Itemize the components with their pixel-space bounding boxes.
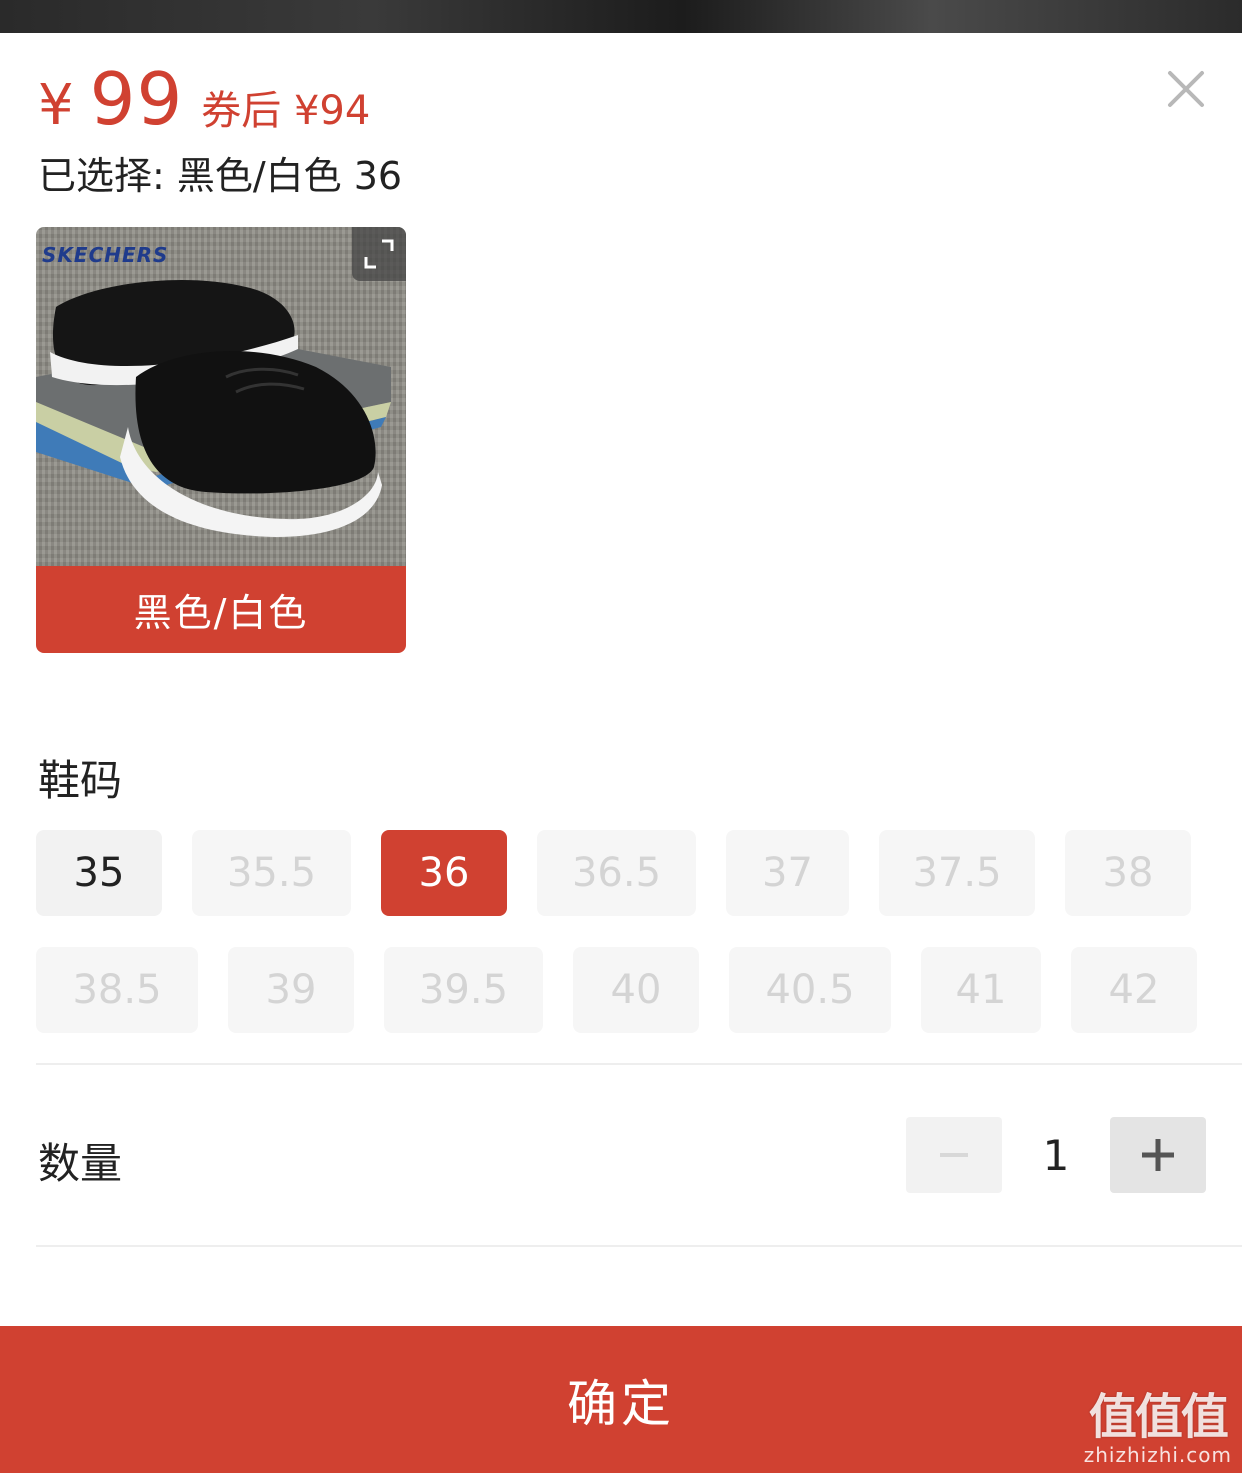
currency-symbol: ¥ <box>38 73 74 138</box>
size-label: 40 <box>610 967 662 1013</box>
size-option-42[interactable]: 42 <box>1071 947 1197 1033</box>
coupon-price: 券后 ¥94 <box>201 88 371 134</box>
selected-value: 黑色/白色 36 <box>176 154 403 198</box>
product-image-backdrop <box>0 0 1242 33</box>
size-option-39.5[interactable]: 39.5 <box>384 947 543 1033</box>
variant-thumbnail: SKECHERS <box>36 227 406 566</box>
size-label: 39.5 <box>418 967 509 1013</box>
size-label: 41 <box>955 967 1007 1013</box>
size-label: 37 <box>762 850 813 896</box>
plus-icon <box>1142 1139 1174 1171</box>
size-option-35[interactable]: 35 <box>36 830 162 916</box>
size-label: 42 <box>1108 967 1160 1013</box>
size-label: 38 <box>1102 850 1154 896</box>
size-option-36[interactable]: 36 <box>381 830 507 916</box>
size-label: 35 <box>73 850 125 896</box>
confirm-button[interactable]: 确定 <box>0 1326 1242 1473</box>
size-option-41[interactable]: 41 <box>921 947 1041 1033</box>
divider <box>36 1245 1242 1247</box>
size-label: 39 <box>265 967 317 1013</box>
close-icon <box>1168 71 1204 107</box>
minus-icon <box>940 1153 968 1157</box>
quantity-title: 数量 <box>38 1139 123 1188</box>
size-section-title: 鞋码 <box>38 756 123 805</box>
watermark-url: zhizhizhi.com <box>1083 1443 1232 1467</box>
size-option-39[interactable]: 39 <box>228 947 354 1033</box>
watermark: 值值值 zhizhizhi.com <box>1084 1391 1232 1467</box>
size-label: 37.5 <box>912 850 1002 896</box>
size-label: 35.5 <box>226 850 317 896</box>
size-option-38.5[interactable]: 38.5 <box>36 947 198 1033</box>
variant-option-black-white[interactable]: SKECHERS 黑色/白色 <box>36 227 406 653</box>
size-option-40[interactable]: 40 <box>573 947 699 1033</box>
sku-selector-sheet: ¥ 99 券后 ¥94 已选择: 黑色/白色 36 SKECHERS 黑色/白色… <box>0 33 1242 1473</box>
quantity-value[interactable]: 1 <box>1010 1117 1102 1193</box>
close-button[interactable] <box>1160 63 1212 115</box>
price-value: 99 <box>89 57 184 141</box>
variant-label: 黑色/白色 <box>36 566 406 653</box>
size-option-37.5[interactable]: 37.5 <box>879 830 1035 916</box>
shoe-image <box>36 279 391 537</box>
size-option-36.5[interactable]: 36.5 <box>537 830 696 916</box>
expand-icon <box>364 239 394 269</box>
size-option-37[interactable]: 37 <box>726 830 849 916</box>
selected-label: 已选择: <box>38 154 165 198</box>
size-option-35.5[interactable]: 35.5 <box>192 830 351 916</box>
price-row: ¥ 99 券后 ¥94 <box>38 57 371 141</box>
size-option-38[interactable]: 38 <box>1065 830 1191 916</box>
quantity-decrement-button[interactable] <box>906 1117 1002 1193</box>
size-label: 36.5 <box>571 850 662 896</box>
size-label: 38.5 <box>72 967 162 1013</box>
size-label: 36 <box>418 850 470 896</box>
quantity-increment-button[interactable] <box>1110 1117 1206 1193</box>
selected-summary: 已选择: 黑色/白色 36 <box>38 145 402 200</box>
watermark-logo: 值值值 <box>1088 1389 1229 1445</box>
size-label: 40.5 <box>765 967 855 1013</box>
divider <box>36 1063 1242 1065</box>
size-option-40.5[interactable]: 40.5 <box>729 947 891 1033</box>
expand-image-button[interactable] <box>352 227 406 281</box>
